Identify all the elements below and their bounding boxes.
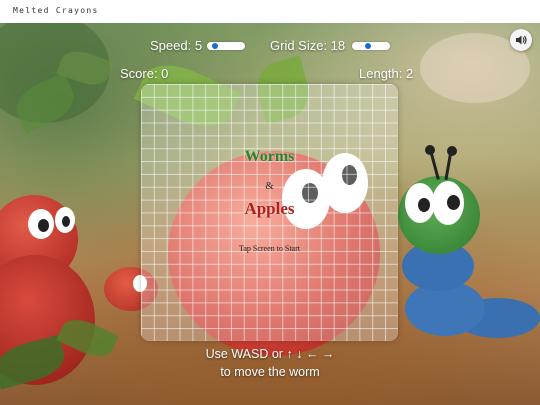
start-prompt[interactable]: Tap Screen to Start xyxy=(141,244,398,253)
worm-antenna-tip xyxy=(447,146,457,156)
controls-instructions: Use WASD or ↑ ↓ ← → to move the worm xyxy=(0,345,540,381)
game-board[interactable]: Worms & Apples Tap Screen to Start xyxy=(141,84,398,341)
game-scene: Speed: 5 Grid Size: 18 Score: 0 Length: … xyxy=(0,23,540,405)
eye-pupil xyxy=(62,216,70,227)
speaker-icon xyxy=(516,35,527,45)
grid-size-slider-thumb[interactable] xyxy=(365,43,371,49)
game-title-worms: Worms xyxy=(244,148,295,165)
game-page: Melted Crayons Speed: 5 Grid Size: 18 Sc… xyxy=(0,0,540,405)
grid-size-label: Grid Size: 18 xyxy=(270,38,346,53)
score-label: Score: 0 xyxy=(120,66,169,81)
eye-pupil xyxy=(38,219,49,232)
site-title: Melted Crayons xyxy=(13,6,99,15)
eye-pupil xyxy=(418,198,430,212)
worm-antenna-tip xyxy=(425,145,435,155)
instructions-line-2: to move the worm xyxy=(220,365,320,379)
length-label: Length: 2 xyxy=(359,66,414,81)
speed-slider[interactable] xyxy=(207,42,245,50)
sound-toggle-button[interactable] xyxy=(510,29,532,51)
speed-label: Speed: 5 xyxy=(150,38,203,53)
grid-size-slider[interactable] xyxy=(352,42,390,50)
game-title-apples: Apples xyxy=(244,199,295,218)
eye-pupil xyxy=(447,195,460,210)
game-title-ampersand: & xyxy=(265,180,274,192)
site-header: Melted Crayons xyxy=(0,0,540,23)
speed-slider-thumb[interactable] xyxy=(212,43,218,49)
instructions-line-1: Use WASD or ↑ ↓ ← → xyxy=(205,347,335,361)
